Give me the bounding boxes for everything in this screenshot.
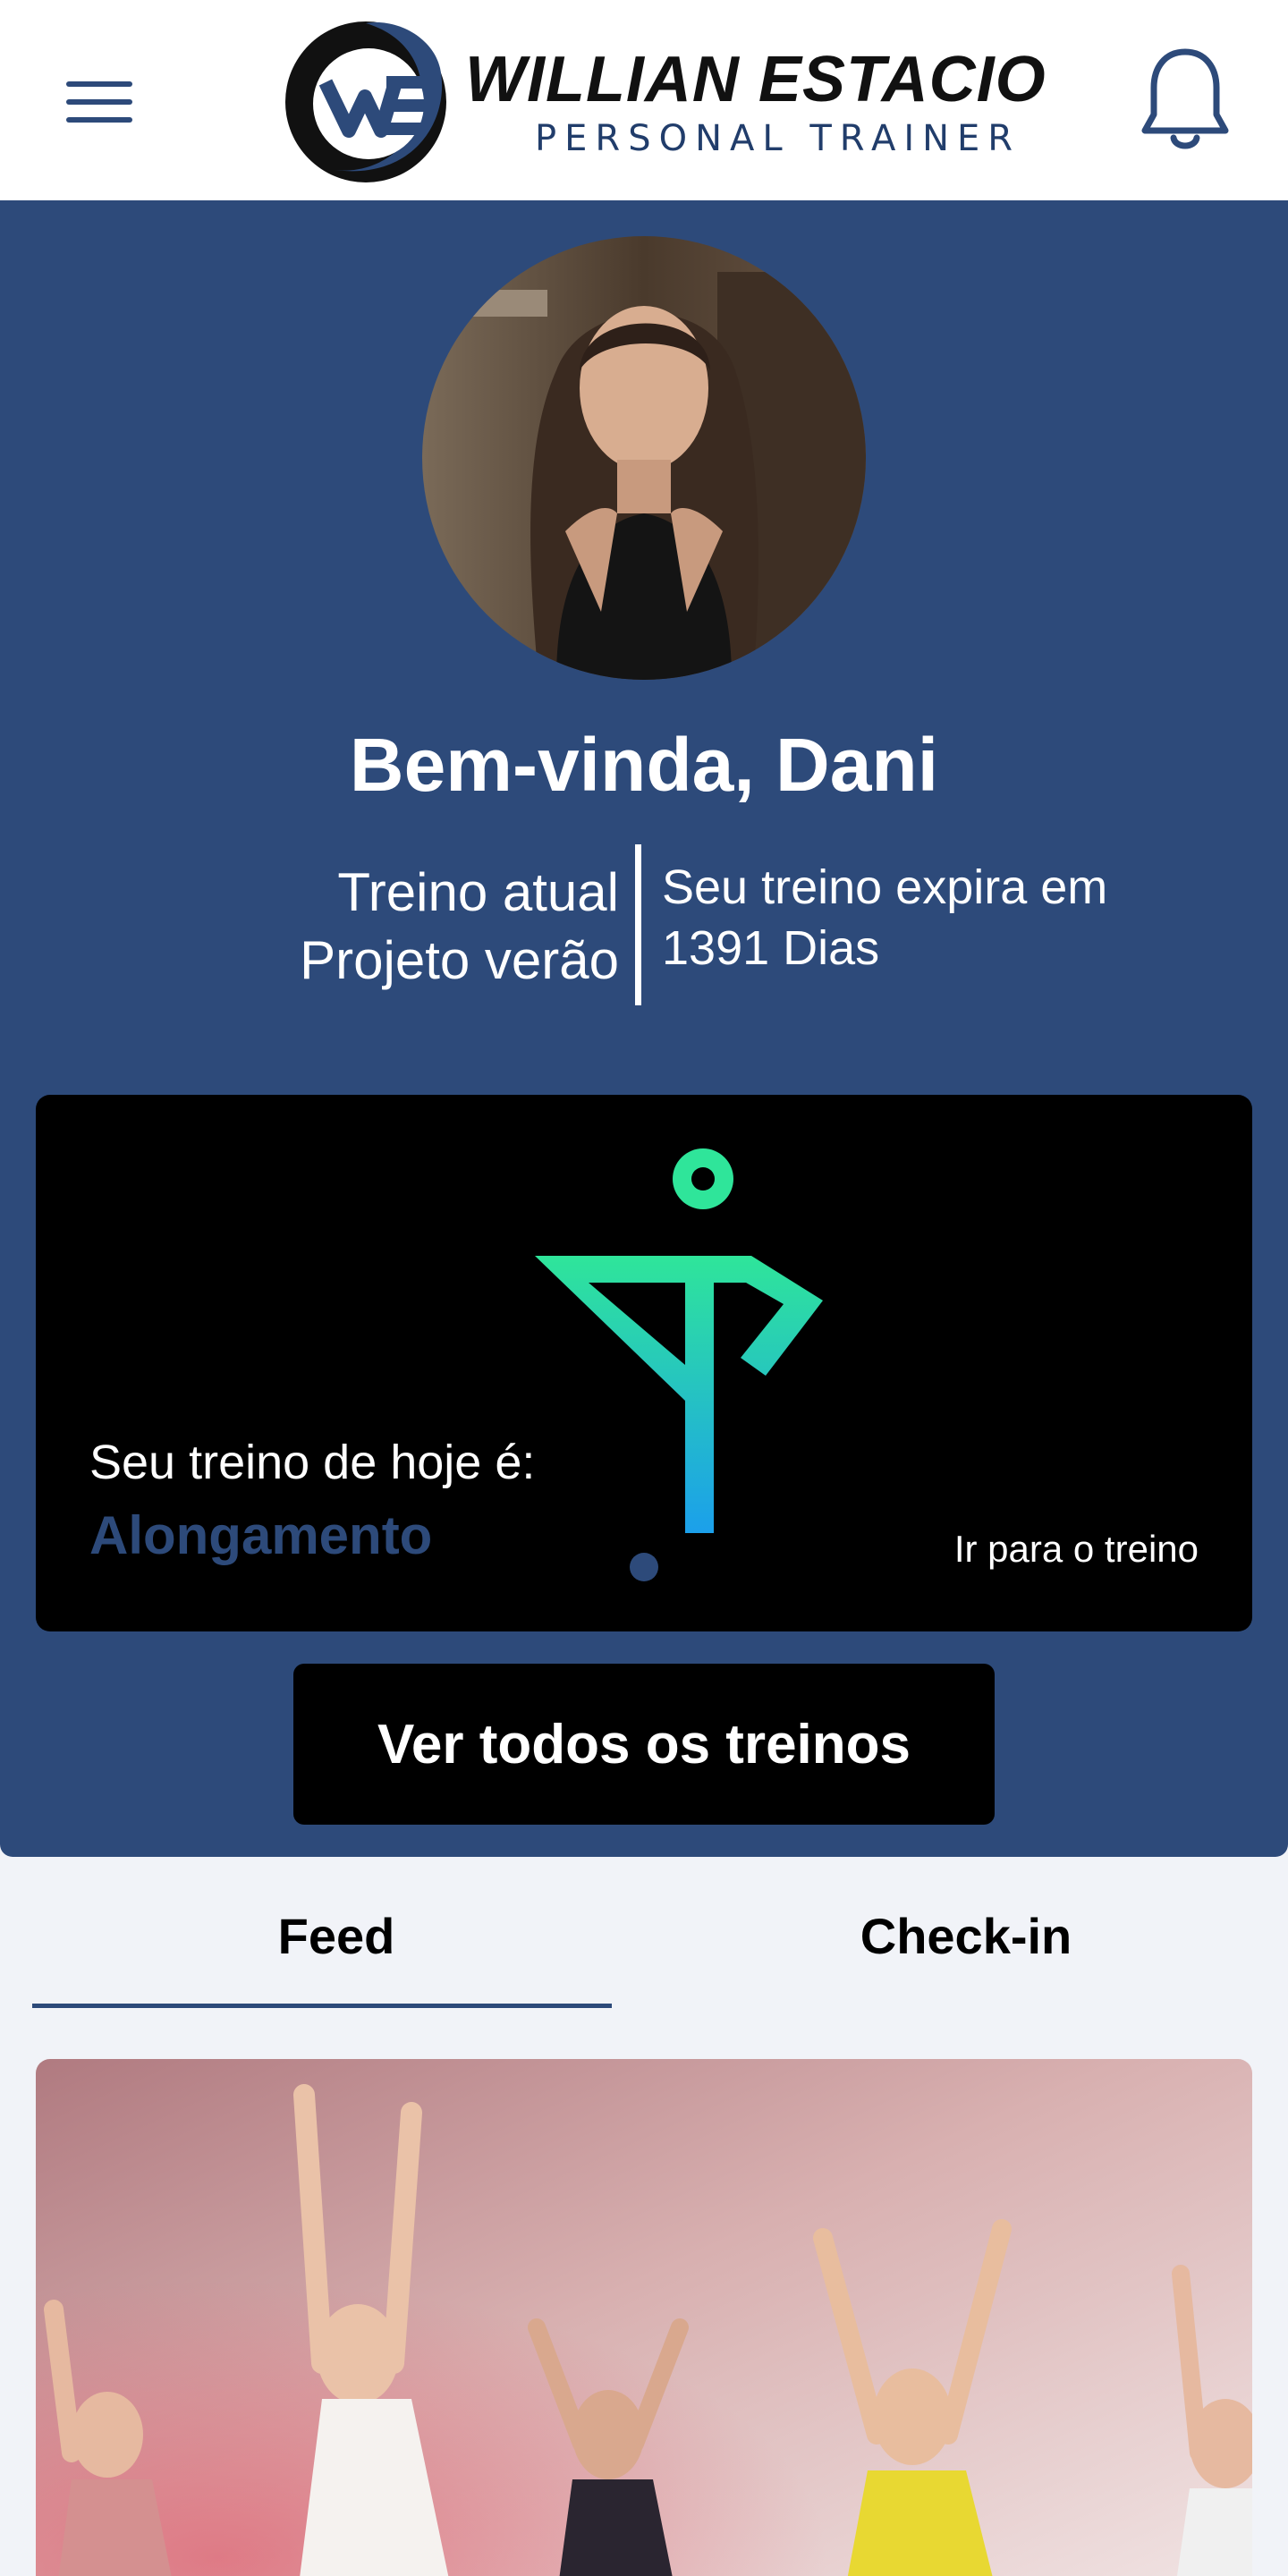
view-all-workouts-button[interactable]: Ver todos os treinos [293, 1664, 995, 1825]
tab-check-in[interactable]: Check-in [662, 1907, 1270, 1965]
today-workout-name: Alongamento [89, 1505, 433, 1565]
current-plan: Treino atual Projeto verão [300, 859, 619, 995]
plan-expiry: Seu treino expira em 1391 Dias [662, 857, 1107, 979]
plan-expiry-value: 1391 Dias [662, 921, 880, 975]
app-header: WILLIAN ESTACIO PERSONAL TRAINER [0, 0, 1288, 200]
brand-logo-mark [285, 21, 446, 182]
today-workout-card[interactable]: Seu treino de hoje é: Alongamento Ir par… [36, 1095, 1252, 1631]
today-workout-label: Seu treino de hoje é: [89, 1436, 536, 1489]
brand-subtitle: PERSONAL TRAINER [535, 118, 1021, 159]
tab-feed[interactable]: Feed [32, 1907, 640, 1965]
greeting-title: Bem-vinda, Dani [349, 723, 939, 807]
plan-expiry-label: Seu treino expira em [662, 860, 1108, 914]
feed-post-image[interactable] [36, 2059, 1252, 2576]
plan-divider [635, 844, 641, 1005]
current-plan-label: Treino atual [337, 862, 619, 922]
hamburger-menu-icon[interactable] [54, 70, 145, 134]
current-plan-name: Projeto verão [300, 930, 619, 990]
active-tab-indicator [32, 2004, 612, 2008]
brand-logo: WILLIAN ESTACIO PERSONAL TRAINER [281, 20, 1046, 184]
stretching-figure-icon [535, 1148, 823, 1533]
plan-info: Treino atual Projeto verão Seu treino ex… [0, 844, 1288, 1014]
avatar[interactable] [422, 236, 866, 680]
profile-hero: Bem-vinda, Dani Treino atual Projeto ver… [0, 200, 1288, 1857]
brand-name: WILLIAN ESTACIO [465, 44, 1046, 115]
carousel-indicator[interactable] [630, 1553, 658, 1581]
feed-tabs: Feed Check-in [0, 1857, 1288, 2009]
bell-icon[interactable] [1138, 45, 1233, 152]
go-to-workout-link[interactable]: Ir para o treino [954, 1528, 1199, 1571]
